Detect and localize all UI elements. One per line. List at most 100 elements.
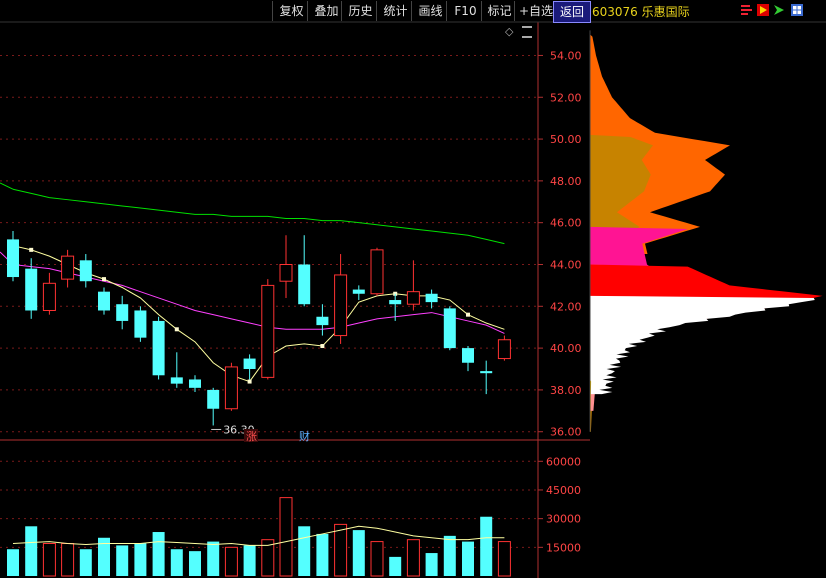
volume-bar-down [352,530,365,576]
volume-bar-up [334,523,348,577]
diejia-button[interactable]: 叠加 [307,1,345,21]
menu-icon[interactable] [522,26,532,38]
candle-body-up [61,255,75,280]
zhang-marker: 涨 [246,430,257,443]
candle-body-down [243,358,256,370]
volume-tick-label: 15000 [546,541,581,554]
volume-bar-up [42,543,56,577]
candle-body-down [462,348,474,363]
candle-body-down [443,308,456,349]
volume-bar-up [497,541,511,577]
volume-bar-down [443,535,456,576]
candle-body-up [261,284,275,378]
volume-bars [7,497,511,577]
fanhui-button[interactable]: 返回 [553,1,591,23]
volume-bar-down [243,545,256,576]
candle-body-down [316,316,329,326]
lishi-button[interactable]: 历史 [341,1,379,21]
kline-chart-area[interactable]: 54.00 52.00 50.00 48.00 46.00 44.00 42.00 40.00… [0,0,826,578]
price-tick-label: 40.00 [550,342,582,355]
volume-bar-down [7,549,19,576]
volume-bar-down [207,541,220,576]
volume-bar-up [370,541,384,577]
candle-body-up [279,263,293,282]
volume-bar-down [425,553,438,576]
volume-tick-label: 60000 [546,455,581,468]
ma5-marker [102,277,106,282]
candlestick-series [7,231,511,426]
candle-body-down [7,239,19,278]
volume-bar-down [189,551,201,576]
volume-bar-down [316,533,329,576]
volume-bar-up [406,539,420,577]
volume-bar-down [389,556,402,576]
candle-body-down [116,304,129,321]
price-tick-label: 52.00 [550,91,582,104]
candle-body-down [189,379,201,388]
price-tick-label: 38.00 [550,384,582,397]
volume-bar-down [152,532,165,576]
volume-tick-label: 45000 [546,484,581,497]
cai-marker: 财 [299,429,310,443]
candle-body-down [298,264,311,305]
arrow-icon[interactable] [773,4,785,16]
candle-body-down [25,268,38,311]
price-tick-label: 54.00 [550,49,582,62]
grid-icon[interactable] [791,4,803,16]
biaoji-button[interactable]: 标记 [481,1,517,21]
price-tick-label: 50.00 [550,133,582,146]
f10-button[interactable]: F10 [446,1,484,21]
volume-bar-down [170,549,183,576]
volume-bar-up [279,497,293,577]
ma5-marker [466,312,470,317]
ma60-line-lead [0,182,14,190]
chip-distribution [589,30,823,432]
moving-average-lines [0,182,505,384]
diamond-icon[interactable]: ◇ [505,25,513,38]
price-tick-label: 36.00 [550,426,582,439]
candle-body-up [334,274,348,337]
bars-icon[interactable] [741,4,753,16]
candle-body-down [480,371,493,374]
volume-bar-down [25,526,38,576]
candle-body-down [152,320,165,376]
stock-title: 603076 乐惠国际 [592,5,690,19]
candle-body-up [406,291,420,305]
candle-body-down [389,300,402,305]
fuquan-button[interactable]: 复权 [272,1,310,21]
candle-body-down [170,377,183,384]
ma5-marker [247,379,252,384]
candle-body-down [425,293,438,303]
volume-bar-down [480,516,493,576]
candle-body-down [79,260,92,282]
price-tick-label: 44.00 [550,258,582,271]
candle-body-down [352,289,365,294]
ma60-line [12,188,505,245]
chip-layer [590,295,815,395]
volume-bar-down [134,543,147,576]
price-tick-label: 42.00 [550,300,582,313]
volume-bar-up [61,543,75,577]
volume-bar-down [298,526,311,576]
volume-bar-up [224,546,238,577]
volume-bar-down [462,541,474,576]
volume-tick-label: 30000 [546,513,581,526]
ma5-marker [320,344,325,349]
candle-body-up [42,282,56,311]
candle-body-up [224,366,238,410]
candle-body-down [98,291,110,311]
huaxian-button[interactable]: 画线 [411,1,449,21]
price-tick-label: 48.00 [550,175,582,188]
zixuan-button[interactable]: +自选 [514,1,557,21]
volume-ma-line [12,525,505,546]
ma5-marker [174,327,179,332]
volume-bar-down [79,549,92,576]
volume-bar-down [116,545,129,576]
ma5-marker [29,247,34,252]
flag-icon[interactable] [757,4,769,16]
tongji-button[interactable]: 统计 [376,1,414,21]
price-tick-label: 46.00 [550,217,582,230]
candle-body-down [207,389,220,409]
candle-body-down [134,310,147,338]
candle-body-up [370,249,384,295]
